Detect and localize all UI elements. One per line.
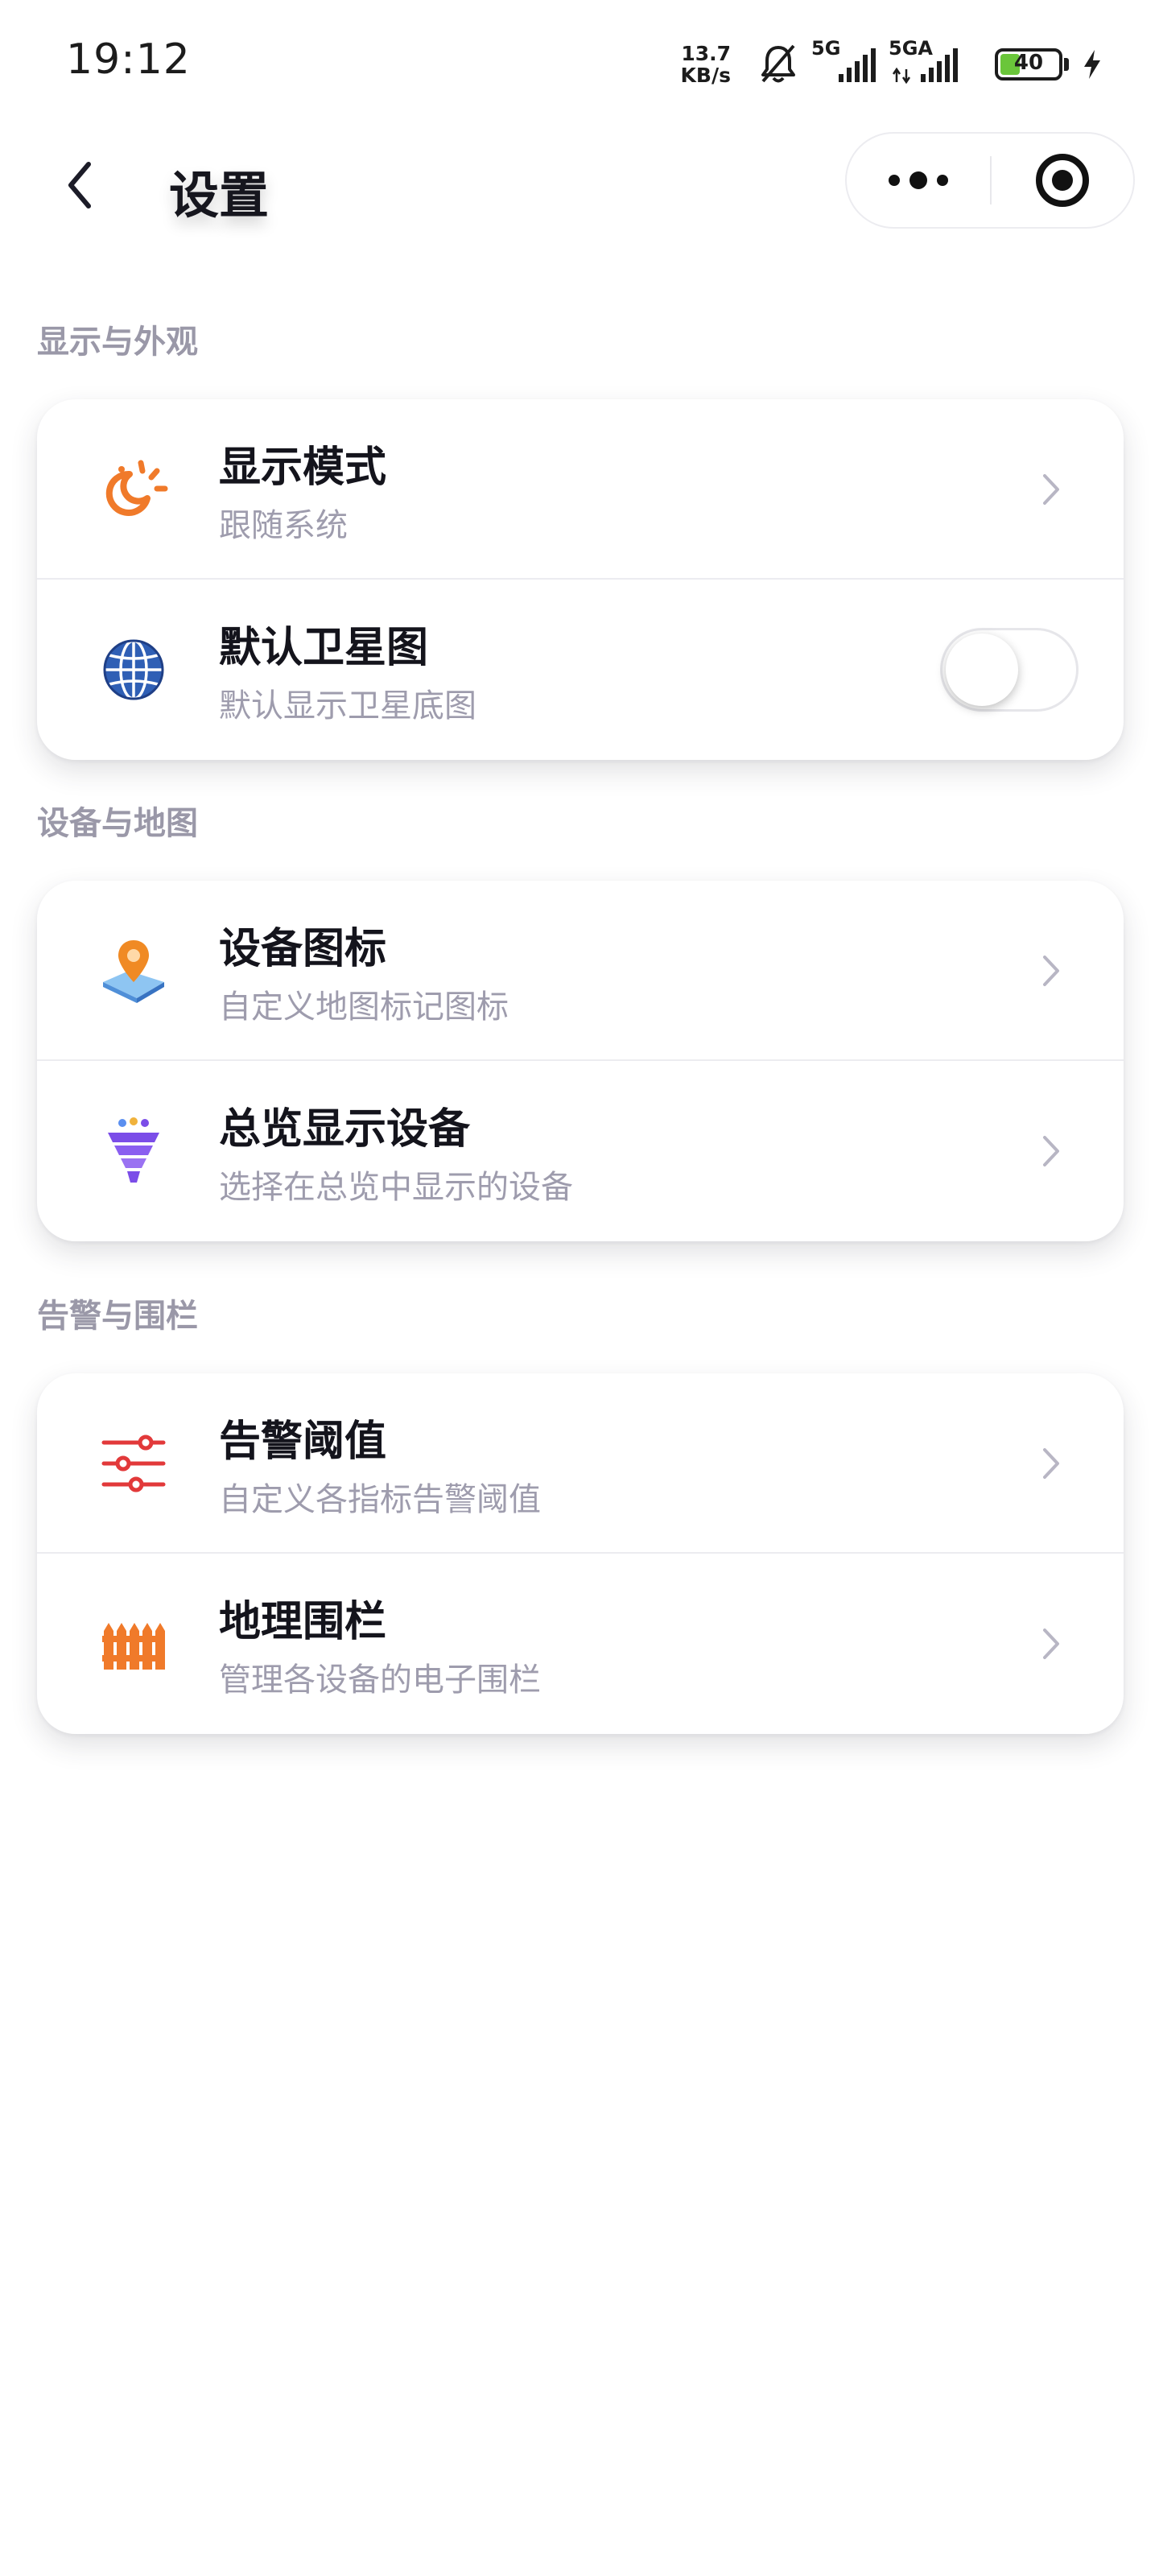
- section-title-display: 显示与外观: [37, 324, 198, 361]
- row-overview-devices[interactable]: 总览显示设备 选择在总览中显示的设备: [37, 1061, 1124, 1241]
- network-speed-value: 13.7: [681, 42, 731, 65]
- row-default-satellite: 默认卫星图 默认显示卫星底图: [37, 580, 1124, 760]
- signal-sim1-icon: 5G: [811, 37, 876, 84]
- row-title: 总览显示设备: [219, 1105, 471, 1154]
- network-speed: 13.7 KB/s: [681, 43, 731, 86]
- signal-sim1-label: 5G: [811, 37, 841, 60]
- sun-moon-icon: [93, 449, 174, 530]
- row-subtitle: 跟随系统: [219, 507, 348, 544]
- status-bar: 19:12 13.7 KB/s 5G 5GA 40: [0, 0, 1159, 129]
- settings-card-display: 显示模式 跟随系统 默认卫星图 默认显示卫星底图: [37, 399, 1124, 760]
- chevron-right-icon: [1035, 465, 1067, 514]
- row-subtitle: 自定义各指标告警阈值: [219, 1481, 541, 1518]
- network-speed-unit: KB/s: [680, 64, 731, 87]
- row-title: 告警阈值: [219, 1418, 387, 1466]
- battery-level: 40: [1013, 51, 1044, 75]
- map-pin-icon: [93, 931, 174, 1011]
- settings-card-device-map: 设备图标 自定义地图标记图标 总览显示设备 选择在总览中显示的设备: [37, 881, 1124, 1241]
- row-title: 默认卫星图: [219, 624, 429, 672]
- sliders-icon: [93, 1423, 174, 1504]
- satellite-toggle[interactable]: [940, 628, 1079, 712]
- chevron-right-icon: [1035, 1439, 1067, 1488]
- toggle-knob: [946, 634, 1018, 706]
- row-device-icon[interactable]: 设备图标 自定义地图标记图标: [37, 881, 1124, 1061]
- chevron-right-icon: [1035, 1127, 1067, 1175]
- target-circle-icon: [1036, 154, 1089, 207]
- chevron-left-icon: [68, 162, 91, 208]
- globe-icon: [93, 630, 174, 710]
- row-title: 地理围栏: [219, 1598, 387, 1646]
- section-title-device-map: 设备与地图: [37, 805, 198, 842]
- chevron-right-icon: [1035, 947, 1067, 995]
- close-miniprogram-button[interactable]: [992, 134, 1133, 227]
- chevron-right-icon: [1035, 1620, 1067, 1668]
- section-title-alert-fence: 告警与围栏: [37, 1298, 198, 1335]
- row-subtitle: 自定义地图标记图标: [219, 989, 509, 1026]
- settings-screen: 19:12 13.7 KB/s 5G 5GA 40 设置 显示与外观 显示模式 …: [0, 0, 1159, 2576]
- signal-sim2-icon: 5GA: [889, 37, 966, 84]
- charging-bolt-icon: [1082, 48, 1103, 80]
- row-display-mode[interactable]: 显示模式 跟随系统: [37, 399, 1124, 580]
- row-subtitle: 选择在总览中显示的设备: [219, 1169, 573, 1206]
- row-subtitle: 默认显示卫星底图: [219, 687, 476, 724]
- settings-card-alert-fence: 告警阈值 自定义各指标告警阈值 地理围栏 管理各设备的电子围栏: [37, 1373, 1124, 1734]
- status-time: 19:12: [66, 35, 191, 84]
- row-alert-threshold[interactable]: 告警阈值 自定义各指标告警阈值: [37, 1373, 1124, 1554]
- page-title: 设置: [169, 166, 270, 225]
- battery-body: 40: [995, 48, 1062, 80]
- row-title: 设备图标: [219, 925, 387, 973]
- more-dots-icon: [889, 171, 948, 189]
- back-button[interactable]: [56, 153, 105, 217]
- funnel-icon: [93, 1111, 174, 1191]
- fence-icon: [93, 1604, 174, 1684]
- row-title: 显示模式: [219, 444, 387, 492]
- bell-muted-icon: [758, 43, 798, 86]
- row-subtitle: 管理各设备的电子围栏: [219, 1662, 541, 1699]
- miniprogram-capsule: [845, 132, 1135, 229]
- battery-nub: [1064, 58, 1069, 71]
- battery-icon: 40: [979, 48, 1069, 80]
- more-button[interactable]: [847, 134, 990, 227]
- row-geofence[interactable]: 地理围栏 管理各设备的电子围栏: [37, 1554, 1124, 1734]
- status-icons: 13.7 KB/s 5G 5GA 40: [681, 37, 1103, 89]
- signal-sim2-label: 5GA: [889, 37, 933, 60]
